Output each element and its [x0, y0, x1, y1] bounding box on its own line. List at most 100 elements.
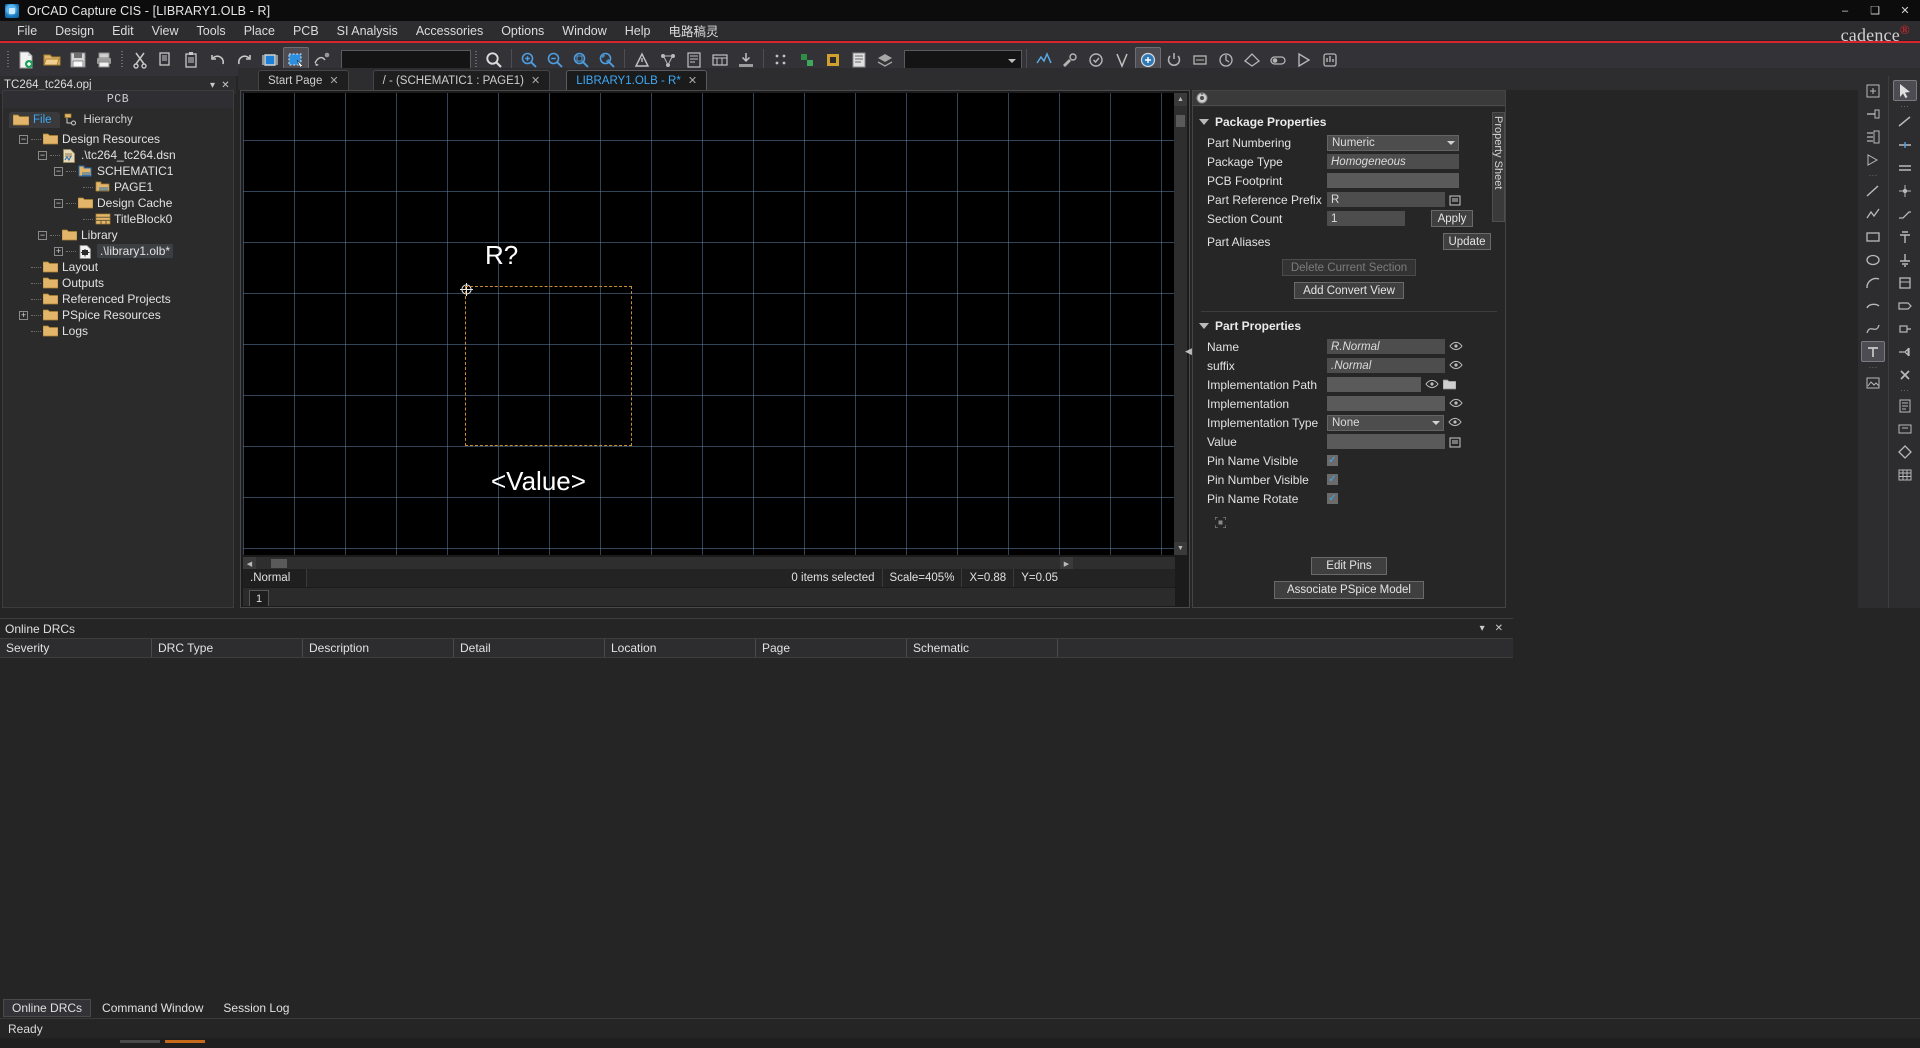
bottom-tab-session-log[interactable]: Session Log — [214, 999, 298, 1017]
chevron-down-icon[interactable] — [1199, 119, 1209, 125]
property-panel-collapse-arrow-icon[interactable]: ◀ — [1185, 346, 1192, 357]
browse-folder-icon[interactable] — [1443, 379, 1456, 390]
menu-tools[interactable]: Tools — [188, 22, 235, 40]
place-rectangle-icon[interactable] — [1861, 226, 1885, 247]
menu-si-analysis[interactable]: SI Analysis — [328, 22, 407, 40]
eye-icon[interactable] — [1449, 360, 1463, 372]
minimize-button[interactable]: – — [1830, 0, 1860, 21]
place-no-connect-icon[interactable] — [1893, 364, 1917, 385]
toolbar-grip-2[interactable] — [119, 49, 125, 71]
select-arrow-icon[interactable] — [1893, 80, 1917, 101]
symbol-value-text[interactable]: <Value> — [491, 466, 586, 497]
bottom-tab-online-drcs[interactable]: Online DRCs — [3, 999, 91, 1017]
drc-column-severity[interactable]: Severity — [0, 639, 152, 657]
menu-edit[interactable]: Edit — [103, 22, 143, 40]
place-hierarchical-port-icon[interactable] — [1893, 295, 1917, 316]
tree-item-design-cache[interactable]: − Design Cache — [9, 195, 227, 211]
open-folder-icon[interactable] — [39, 47, 65, 73]
place-pin-icon[interactable] — [1861, 103, 1885, 124]
bottom-tab-command-window[interactable]: Command Window — [93, 999, 212, 1017]
place-picture-icon[interactable] — [1861, 372, 1885, 393]
new-document-icon[interactable] — [13, 47, 39, 73]
expander-icon[interactable]: − — [54, 167, 63, 176]
apply-button[interactable]: Apply — [1431, 210, 1473, 227]
taskbar-item-1[interactable] — [120, 1040, 160, 1043]
vertical-scroll-thumb[interactable] — [1176, 115, 1185, 127]
symbol-body-outline[interactable] — [465, 286, 632, 446]
print-icon[interactable] — [91, 47, 117, 73]
project-tree[interactable]: − Design Resources − .\tc264 — [9, 129, 227, 603]
tree-item-outputs[interactable]: Outputs — [9, 275, 227, 291]
scroll-down-arrow-icon[interactable]: ▼ — [1174, 542, 1187, 555]
expander-icon[interactable]: − — [38, 151, 47, 160]
tab-start-page[interactable]: Start Page ✕ — [258, 70, 349, 90]
place-hierarchical-block-icon[interactable] — [1893, 272, 1917, 293]
update-button[interactable]: Update — [1443, 233, 1491, 250]
place-bezier-icon[interactable] — [1861, 318, 1885, 339]
canvas-vertical-scrollbar[interactable]: ▲ ▼ — [1174, 93, 1187, 555]
pin-number-visible-checkbox[interactable]: ✓ — [1327, 474, 1338, 485]
expander-icon[interactable]: − — [19, 135, 28, 144]
place-line-icon[interactable] — [1861, 180, 1885, 201]
expander-icon[interactable]: + — [54, 247, 63, 256]
tree-item-referenced-projects[interactable]: Referenced Projects — [9, 291, 227, 307]
place-net-alias-icon[interactable] — [1893, 134, 1917, 155]
part-numbering-combo[interactable]: Numeric — [1327, 135, 1459, 151]
pcb-footprint-input[interactable] — [1327, 173, 1459, 188]
tree-item-logs[interactable]: Logs — [9, 323, 227, 339]
menu-file[interactable]: File — [8, 22, 46, 40]
expander-icon[interactable]: + — [19, 311, 28, 320]
symbol-canvas[interactable]: R? <Value> — [243, 93, 1175, 555]
tab-schematic1-page1-close-icon[interactable]: ✕ — [531, 74, 540, 87]
chevron-down-icon[interactable] — [1199, 323, 1209, 329]
menu-design[interactable]: Design — [46, 22, 103, 40]
browse-icon[interactable] — [1449, 436, 1461, 448]
close-button[interactable]: ✕ — [1890, 0, 1920, 21]
drc-column-drc-type[interactable]: DRC Type — [152, 639, 303, 657]
chevron-down-icon[interactable] — [1429, 416, 1443, 430]
place-table-icon[interactable] — [1893, 464, 1917, 485]
toolbar-text-input[interactable] — [341, 50, 471, 70]
place-ground-icon[interactable] — [1893, 249, 1917, 270]
horizontal-scroll-thumb[interactable] — [271, 559, 287, 568]
place-bus-entry-icon[interactable] — [1893, 203, 1917, 224]
menu-pcb[interactable]: PCB — [284, 22, 328, 40]
project-minimize-button[interactable]: ▾ — [206, 80, 219, 91]
drc-column-detail[interactable]: Detail — [454, 639, 605, 657]
section-count-input[interactable]: 1 — [1327, 211, 1405, 226]
tree-item-layout[interactable]: Layout — [9, 259, 227, 275]
drc-minimize-icon[interactable]: ▾ — [1480, 623, 1485, 634]
tab-library1-olb-close-icon[interactable]: ✕ — [688, 74, 697, 87]
ieee-symbol-icon[interactable] — [1861, 149, 1885, 170]
eye-icon[interactable] — [1449, 398, 1463, 410]
page-tab-1[interactable]: 1 — [249, 590, 269, 606]
tab-start-page-close-icon[interactable]: ✕ — [329, 74, 338, 87]
browse-icon[interactable] — [1449, 194, 1461, 206]
toolbar-grip[interactable] — [5, 49, 11, 71]
cut-icon[interactable] — [127, 47, 153, 73]
taskbar-item-2[interactable] — [165, 1040, 205, 1043]
drc-column-description[interactable]: Description — [303, 639, 454, 657]
value-input[interactable] — [1327, 434, 1445, 449]
place-bus-icon[interactable] — [1893, 157, 1917, 178]
drc-close-icon[interactable]: ✕ — [1495, 623, 1503, 634]
menu-place[interactable]: Place — [235, 22, 284, 40]
drc-column-location[interactable]: Location — [605, 639, 756, 657]
page-select-combo[interactable] — [904, 50, 1022, 70]
place-arc-icon[interactable] — [1861, 272, 1885, 293]
grid-toggle-icon[interactable] — [1193, 517, 1505, 528]
menu-accessories[interactable]: Accessories — [407, 22, 492, 40]
tree-item-design-file[interactable]: − .\tc264_tc264.dsn — [9, 147, 227, 163]
tab-schematic1-page1[interactable]: / - (SCHEMATIC1 : PAGE1) ✕ — [373, 70, 551, 90]
scroll-up-arrow-icon[interactable]: ▲ — [1174, 93, 1187, 106]
place-elliptical-arc-icon[interactable] — [1861, 295, 1885, 316]
place-junction-icon[interactable] — [1893, 180, 1917, 201]
tree-item-library1-olb[interactable]: + .\library1.olb* — [9, 243, 227, 259]
menu-view[interactable]: View — [143, 22, 188, 40]
place-polygon-icon[interactable] — [1893, 441, 1917, 462]
drc-column-page[interactable]: Page — [756, 639, 907, 657]
tree-item-page1[interactable]: PAGE1 — [9, 179, 227, 195]
menu-circuit-plugin[interactable]: 电路稿灵 — [659, 19, 727, 42]
place-wire-icon[interactable] — [1893, 111, 1917, 132]
tree-item-library[interactable]: − Library — [9, 227, 227, 243]
